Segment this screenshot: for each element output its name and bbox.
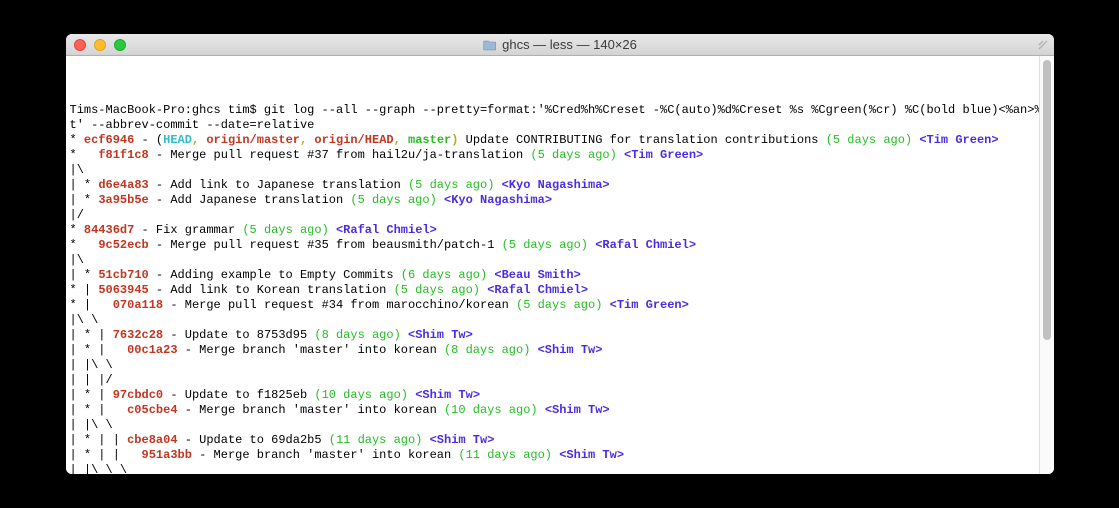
traffic-lights [74, 39, 126, 51]
resize-icon[interactable] [1036, 38, 1050, 52]
minimize-button[interactable] [94, 39, 106, 51]
scroll-thumb[interactable] [1043, 60, 1051, 340]
titlebar[interactable]: ghcs — less — 140×26 [66, 34, 1054, 56]
terminal-lines: Tims-MacBook-Pro:ghcs tim$ git log --all… [70, 103, 1050, 474]
terminal-content[interactable]: Tims-MacBook-Pro:ghcs tim$ git log --all… [66, 56, 1054, 474]
scrollbar[interactable] [1039, 56, 1054, 474]
window-title: ghcs — less — 140×26 [502, 37, 637, 52]
folder-icon [482, 39, 496, 51]
maximize-button[interactable] [114, 39, 126, 51]
window-title-area: ghcs — less — 140×26 [482, 37, 637, 52]
terminal-window: ghcs — less — 140×26 Tims-MacBook-Pro:gh… [66, 34, 1054, 474]
close-button[interactable] [74, 39, 86, 51]
